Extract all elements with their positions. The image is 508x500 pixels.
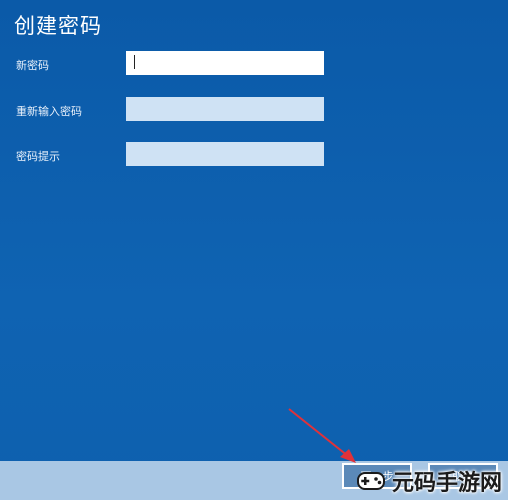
next-button[interactable]: 下一步 [342, 463, 412, 489]
reenter-password-label: 重新输入密码 [16, 105, 82, 118]
password-hint-input[interactable] [126, 142, 324, 166]
reenter-password-input[interactable] [126, 97, 324, 121]
create-password-page: 创建密码 新密码 重新输入密码 密码提示 下一步 取消 元码手游网 [0, 0, 508, 500]
new-password-label: 新密码 [16, 59, 49, 72]
password-hint-label: 密码提示 [16, 150, 60, 163]
new-password-input[interactable] [126, 51, 324, 75]
red-arrow-icon [288, 408, 356, 463]
page-title: 创建密码 [14, 14, 102, 38]
text-caret [134, 55, 135, 69]
cancel-button[interactable]: 取消 [428, 463, 498, 489]
